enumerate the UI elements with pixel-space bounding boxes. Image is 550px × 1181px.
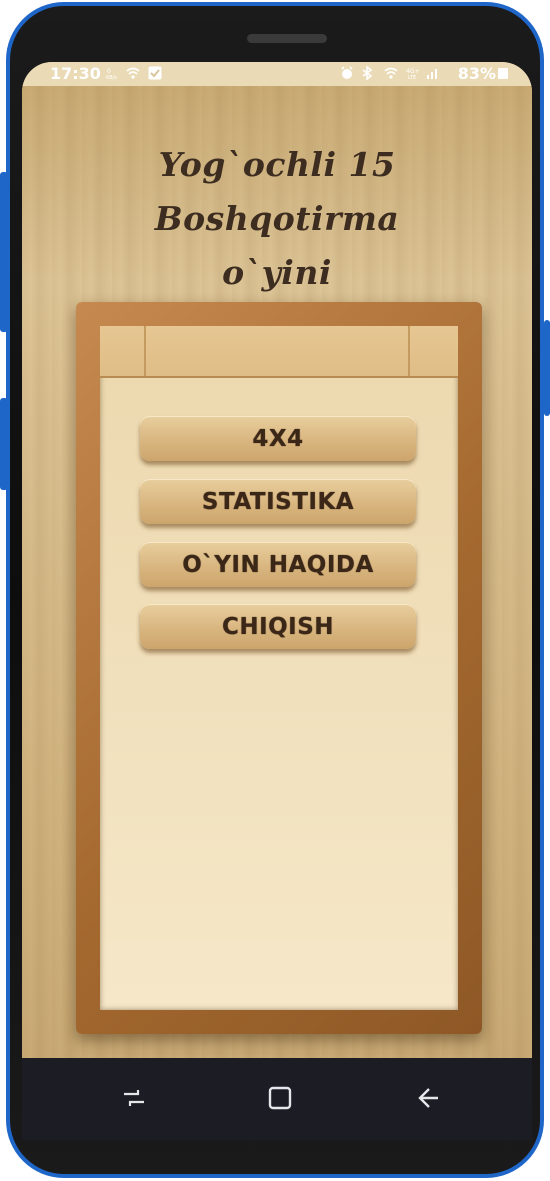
title-line-1: Yog`ochli 15 Boshqotirma bbox=[154, 145, 400, 238]
battery-percent: 83% bbox=[457, 64, 496, 83]
menu-frame bbox=[76, 302, 482, 1034]
about-game-button[interactable]: O`YIN HAQIDA bbox=[140, 542, 416, 587]
power-button bbox=[544, 320, 550, 416]
app-background: Yog`ochli 15 Boshqotirma o`yini 4X4 STAT… bbox=[22, 86, 532, 1058]
exit-button[interactable]: CHIQISH bbox=[140, 604, 416, 649]
kbs-icon: 0KB/s bbox=[106, 68, 117, 80]
earpiece-speaker bbox=[247, 34, 327, 43]
panel-header-right bbox=[408, 326, 458, 376]
svg-text:0: 0 bbox=[107, 68, 111, 75]
svg-text:LTE: LTE bbox=[408, 75, 416, 80]
check-icon bbox=[148, 66, 162, 80]
status-time: 17:30 bbox=[50, 64, 101, 83]
alarm-icon bbox=[341, 66, 353, 79]
volume-up-button bbox=[0, 172, 8, 332]
back-icon[interactable] bbox=[408, 1078, 448, 1118]
title-line-2: o`yini bbox=[222, 253, 332, 292]
panel-header bbox=[100, 326, 458, 378]
recent-apps-icon[interactable] bbox=[114, 1078, 154, 1118]
svg-text:KB/s: KB/s bbox=[106, 75, 117, 80]
bixby-button bbox=[0, 398, 8, 490]
panel-header-left bbox=[100, 326, 146, 376]
mode-4x4-button[interactable]: 4X4 bbox=[140, 416, 416, 461]
about-game-label: O`YIN HAQIDA bbox=[182, 551, 374, 578]
screen: 17:30 0 KB/s 4G+ LTE 83% Yog`ochli 15 Bosh… bbox=[22, 62, 532, 1140]
battery-icon bbox=[498, 68, 508, 79]
home-icon[interactable] bbox=[260, 1078, 300, 1118]
statistics-button[interactable]: STATISTIKA bbox=[140, 479, 416, 524]
game-title: Yog`ochli 15 Boshqotirma o`yini bbox=[42, 138, 512, 300]
navigation-bar bbox=[22, 1058, 532, 1140]
mode-4x4-label: 4X4 bbox=[252, 425, 304, 452]
wifi-icon bbox=[384, 67, 398, 79]
svg-text:4G+: 4G+ bbox=[406, 68, 420, 75]
status-bar: 17:30 0 KB/s 4G+ LTE 83% bbox=[22, 62, 532, 86]
bluetooth-icon bbox=[362, 66, 373, 80]
lte-icon: 4G+LTE bbox=[406, 68, 420, 80]
signal-icon bbox=[427, 69, 437, 79]
statistics-label: STATISTIKA bbox=[201, 488, 355, 515]
wifi-icon bbox=[126, 67, 140, 79]
exit-label: CHIQISH bbox=[221, 613, 335, 640]
